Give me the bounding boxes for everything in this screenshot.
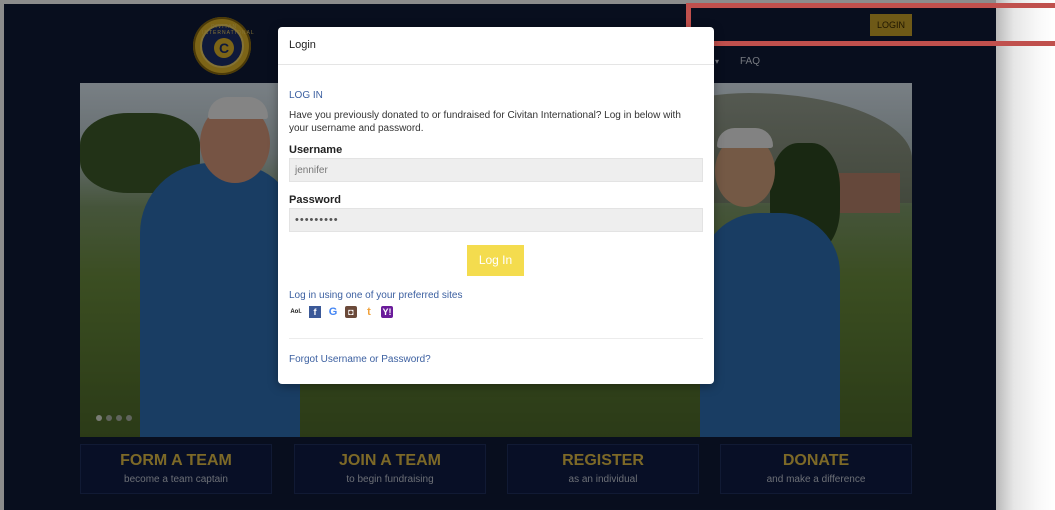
aol-icon[interactable]: Aol. [289, 306, 303, 318]
tumblr-icon[interactable]: t [363, 306, 375, 318]
preferred-sites-label: Log in using one of your preferred sites [289, 290, 463, 301]
password-field[interactable]: ••••••••• [289, 208, 703, 232]
yahoo-icon[interactable]: Y! [381, 306, 393, 318]
login-description: Have you previously donated to or fundra… [289, 110, 681, 134]
forgot-credentials-link[interactable]: Forgot Username or Password? [289, 354, 431, 365]
modal-title: Login [289, 39, 316, 51]
google-icon[interactable]: G [327, 306, 339, 318]
highlight-annotation-box [686, 3, 1055, 46]
username-label: Username [289, 144, 343, 156]
login-section-heading: LOG IN [289, 90, 323, 101]
login-submit-button[interactable]: Log In [467, 245, 524, 276]
modal-divider [289, 338, 703, 339]
facebook-icon[interactable]: f [309, 306, 321, 318]
screenshot-edge-fade [996, 0, 1055, 510]
login-modal: Login LOG IN Have you previously donated… [278, 27, 714, 384]
social-login-icons: Aol. f G ◘ t Y! [289, 306, 393, 318]
username-field[interactable]: jennifer [289, 158, 703, 182]
page: CIVITAN INTERNATIONAL C LOGIN ▾ FAQ FORM… [0, 0, 1055, 510]
modal-header: Login [278, 27, 714, 65]
instagram-icon[interactable]: ◘ [345, 306, 357, 318]
password-label: Password [289, 194, 341, 206]
